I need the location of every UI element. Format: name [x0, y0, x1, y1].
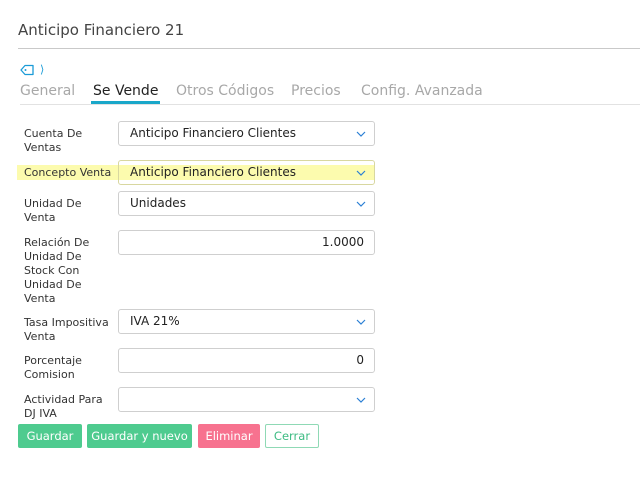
cerrar-button[interactable]: Cerrar	[265, 424, 319, 448]
relacion-unidad-input[interactable]: 1.0000	[118, 230, 375, 255]
cuenta-ventas-select[interactable]: Anticipo Financiero Clientes	[118, 121, 375, 146]
title-divider	[18, 48, 640, 49]
tab-precios[interactable]: Precios	[291, 83, 341, 99]
chevron-down-icon	[356, 170, 366, 176]
actividad-dj-iva-select[interactable]	[118, 387, 375, 412]
tasa-impositiva-value: IVA 21%	[130, 314, 180, 328]
relacion-unidad-value: 1.0000	[322, 235, 364, 249]
tab-general[interactable]: General	[20, 83, 75, 99]
tab-bar: General Se Vende Otros Códigos Precios C…	[20, 83, 640, 105]
guardar-button[interactable]: Guardar	[18, 424, 82, 448]
unidad-venta-label: Unidad De Venta	[24, 197, 82, 224]
tasa-impositiva-label: Tasa Impositiva Venta	[24, 316, 109, 343]
tab-se-vende[interactable]: Se Vende	[90, 83, 161, 104]
actividad-dj-iva-label: Actividad Para DJ IVA	[24, 393, 103, 420]
porcentaje-comision-input[interactable]: 0	[118, 348, 375, 373]
eliminar-button[interactable]: Eliminar	[198, 424, 260, 448]
page-title: Anticipo Financiero 21	[18, 21, 185, 39]
tasa-impositiva-select[interactable]: IVA 21%	[118, 309, 375, 334]
tag-icon[interactable]	[20, 64, 34, 76]
guardar-y-nuevo-button[interactable]: Guardar y nuevo	[87, 424, 192, 448]
tag-row: ⟩	[20, 63, 44, 77]
concepto-venta-select[interactable]: Anticipo Financiero Clientes	[118, 160, 375, 185]
chevron-down-icon	[356, 397, 366, 403]
cuenta-ventas-value: Anticipo Financiero Clientes	[130, 126, 297, 140]
chevron-down-icon	[356, 319, 366, 325]
cuenta-ventas-label: Cuenta De Ventas	[24, 127, 83, 154]
porcentaje-comision-value: 0	[356, 353, 364, 367]
relacion-unidad-label: Relación De Unidad De Stock Con Unidad D…	[24, 236, 90, 305]
tab-otros-codigos[interactable]: Otros Códigos	[176, 83, 274, 99]
chevron-right-icon[interactable]: ⟩	[40, 64, 44, 76]
chevron-down-icon	[356, 201, 366, 207]
unidad-venta-select[interactable]: Unidades	[118, 191, 375, 216]
porcentaje-comision-label: Porcentaje Comision	[24, 354, 82, 381]
chevron-down-icon	[356, 131, 366, 137]
tab-config-avanzada[interactable]: Config. Avanzada	[361, 83, 483, 99]
concepto-venta-label: Concepto Venta	[24, 166, 112, 179]
concepto-venta-value: Anticipo Financiero Clientes	[130, 165, 297, 179]
unidad-venta-value: Unidades	[130, 196, 186, 210]
